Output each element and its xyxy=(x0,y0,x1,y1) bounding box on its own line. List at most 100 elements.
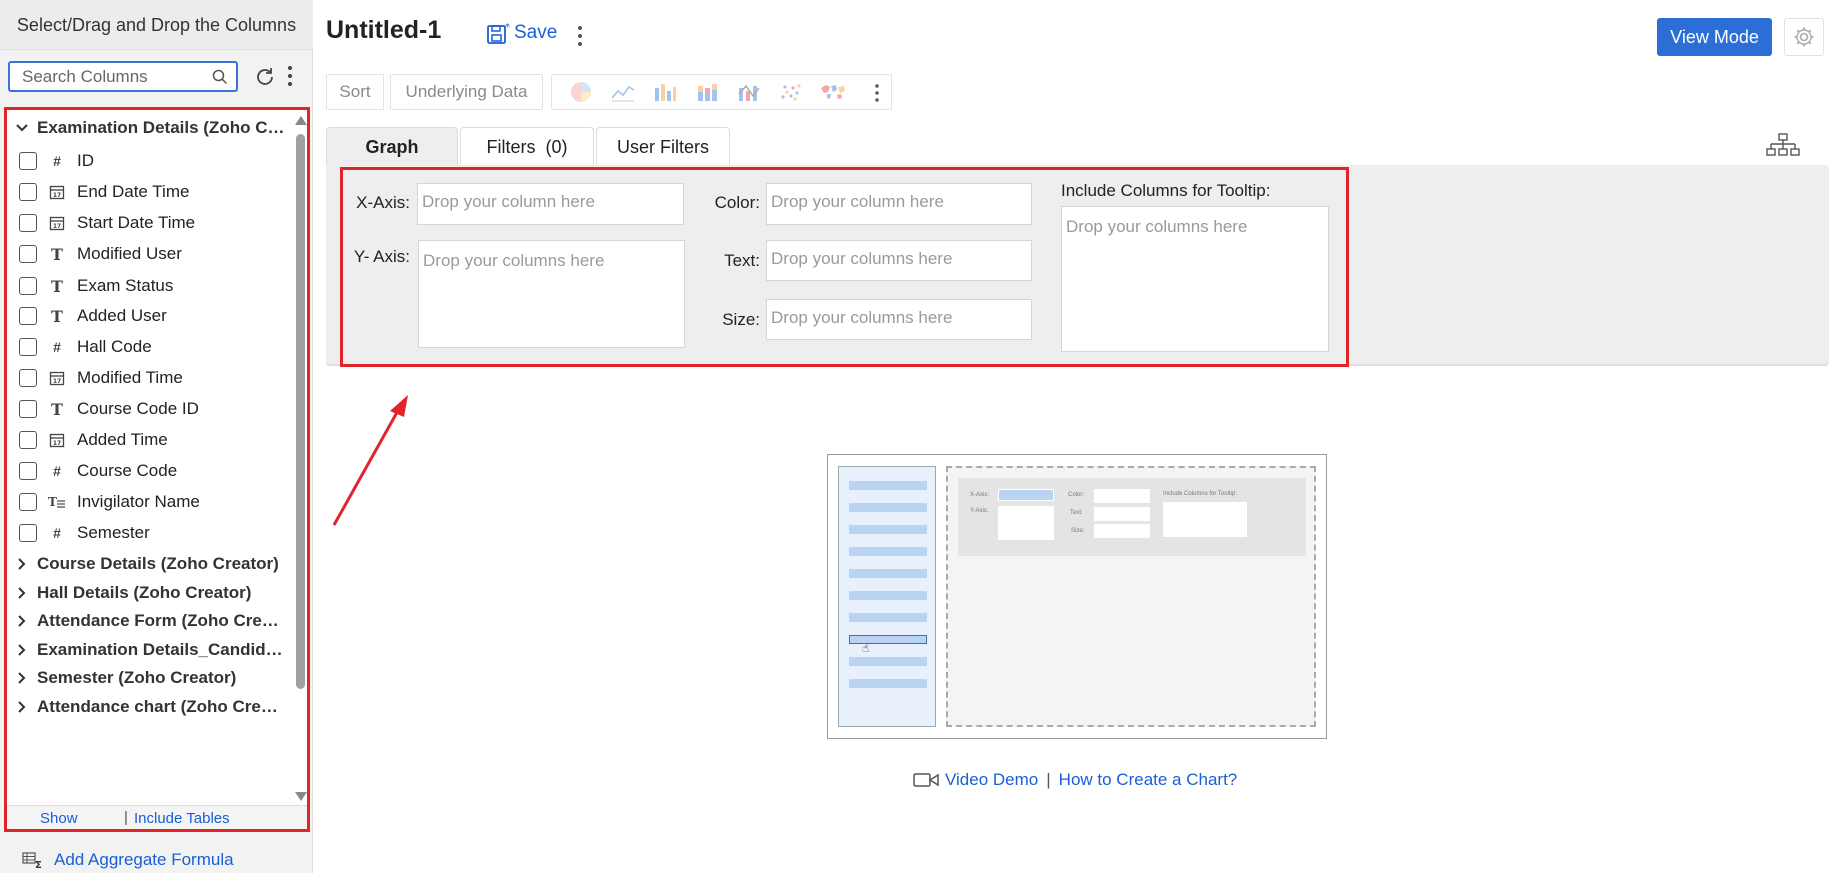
chevron-right-icon[interactable] xyxy=(17,614,27,628)
chevron-down-icon[interactable] xyxy=(15,123,29,133)
help-links: Video Demo | How to Create a Chart? xyxy=(913,770,1237,790)
pie-chart-icon[interactable] xyxy=(560,78,602,106)
column-checkbox[interactable] xyxy=(19,400,37,418)
underlying-data-button[interactable]: Underlying Data xyxy=(390,74,543,110)
column-item[interactable]: 17 Start Date Time xyxy=(7,206,291,240)
arrow-annotation xyxy=(332,395,408,526)
tab-user-filters[interactable]: User Filters xyxy=(596,127,730,165)
column-checkbox[interactable] xyxy=(19,307,37,325)
column-checkbox[interactable] xyxy=(19,152,37,170)
column-checkbox[interactable] xyxy=(19,369,37,387)
columns-sidebar: Select/Drag and Drop the Columns Examina… xyxy=(0,0,313,873)
column-item[interactable]: 17 End Date Time xyxy=(7,175,291,209)
sidebar-scrollbar[interactable] xyxy=(294,110,307,805)
table-row[interactable]: Examination Details (Zoho Cr... xyxy=(7,113,291,143)
scroll-up-icon[interactable] xyxy=(295,116,307,125)
tab-graph[interactable]: Graph xyxy=(326,127,458,165)
tab-filters[interactable]: Filters (0) xyxy=(460,127,594,165)
illustration-tooltip: Include Columns for Tooltip: xyxy=(1163,491,1237,497)
illustration-box xyxy=(1163,502,1247,537)
calendar-icon: 17 xyxy=(37,215,77,231)
illustration-sidebar: ☝ xyxy=(838,466,936,727)
map-chart-icon[interactable] xyxy=(812,78,854,106)
illustration-y-axis: Y-Axis: xyxy=(970,508,989,514)
save-button[interactable]: * Save xyxy=(486,21,557,45)
chevron-right-icon[interactable] xyxy=(17,671,27,685)
illustration-box xyxy=(1094,489,1150,503)
text-type-icon: T xyxy=(51,276,63,296)
search-box[interactable] xyxy=(8,61,238,92)
column-checkbox[interactable] xyxy=(19,245,37,263)
chevron-right-icon[interactable] xyxy=(17,586,27,600)
illustration-box xyxy=(1094,524,1150,538)
illustration-bar xyxy=(849,503,927,512)
column-checkbox[interactable] xyxy=(19,338,37,356)
column-item[interactable]: T Invigilator Name xyxy=(7,485,291,519)
add-aggregate-formula-button[interactable]: Σ Add Aggregate Formula xyxy=(22,849,234,871)
line-chart-icon[interactable] xyxy=(602,78,644,106)
column-checkbox[interactable] xyxy=(19,431,37,449)
scatter-chart-icon[interactable] xyxy=(770,78,812,106)
table-row[interactable]: Semester (Zoho Creator) xyxy=(7,663,291,693)
more-options-icon[interactable] xyxy=(285,64,295,88)
column-label: Hall Code xyxy=(77,337,152,356)
table-row[interactable]: Hall Details (Zoho Creator) xyxy=(7,578,291,608)
column-checkbox[interactable] xyxy=(19,462,37,480)
column-item[interactable]: # Course Code xyxy=(7,454,291,488)
svg-text:17: 17 xyxy=(53,440,61,447)
hierarchy-icon[interactable] xyxy=(1766,133,1800,157)
bar-chart-icon[interactable] xyxy=(644,78,686,106)
table-row[interactable]: Course Details (Zoho Creator) xyxy=(7,549,291,579)
column-label: Course Code xyxy=(77,461,178,480)
combo-chart-icon[interactable] xyxy=(728,78,770,106)
scrollbar-thumb[interactable] xyxy=(296,134,305,689)
video-demo-link[interactable]: Video Demo xyxy=(945,770,1038,790)
how-to-create-chart-link[interactable]: How to Create a Chart? xyxy=(1059,770,1238,790)
column-item[interactable]: T Added User xyxy=(7,299,291,333)
chevron-right-icon[interactable] xyxy=(17,557,27,571)
settings-button[interactable] xyxy=(1784,18,1824,56)
table-row[interactable]: Attendance chart (Zoho Creat... xyxy=(7,692,291,722)
column-item[interactable]: 17 Modified Time xyxy=(7,361,291,395)
chevron-right-icon[interactable] xyxy=(17,700,27,714)
include-tables-link[interactable]: Include Tables xyxy=(134,810,230,827)
table-label: Semester (Zoho Creator) xyxy=(37,668,237,687)
refresh-icon[interactable] xyxy=(254,66,276,88)
page-title[interactable]: Untitled-1 xyxy=(326,16,441,45)
svg-text:17: 17 xyxy=(53,192,61,199)
scroll-down-icon[interactable] xyxy=(295,792,307,801)
view-mode-button[interactable]: View Mode xyxy=(1657,18,1772,56)
column-item[interactable]: # Hall Code xyxy=(7,330,291,364)
column-item[interactable]: T Modified User xyxy=(7,237,291,271)
illustration-bar xyxy=(849,613,927,622)
search-input[interactable] xyxy=(10,63,200,90)
stacked-bar-icon[interactable] xyxy=(686,78,728,106)
column-checkbox[interactable] xyxy=(19,277,37,295)
table-row[interactable]: Attendance Form (Zoho Creat... xyxy=(7,606,291,636)
shelf-highlight xyxy=(340,167,1349,367)
svg-text:*: * xyxy=(505,22,510,33)
column-item[interactable]: # Semester xyxy=(7,516,291,550)
column-label: Added User xyxy=(77,306,167,325)
column-label: Exam Status xyxy=(77,276,174,295)
more-options-icon[interactable] xyxy=(575,24,585,48)
column-checkbox[interactable] xyxy=(19,183,37,201)
column-item[interactable]: T Exam Status xyxy=(7,269,291,303)
search-icon[interactable] xyxy=(212,69,228,85)
column-checkbox[interactable] xyxy=(19,493,37,511)
show-link[interactable]: Show xyxy=(40,810,78,827)
sort-button[interactable]: Sort xyxy=(326,74,384,110)
column-checkbox[interactable] xyxy=(19,214,37,232)
save-label: Save xyxy=(514,22,558,43)
column-item[interactable]: T Course Code ID xyxy=(7,392,291,426)
more-chart-options-icon[interactable] xyxy=(873,83,881,103)
text-type-icon: T xyxy=(51,399,63,419)
column-checkbox[interactable] xyxy=(19,524,37,542)
table-row[interactable]: Examination Details_Candidat... xyxy=(7,635,291,665)
illustration-bar xyxy=(849,657,927,666)
chevron-right-icon[interactable] xyxy=(17,643,27,657)
column-item[interactable]: 17 Added Time xyxy=(7,423,291,457)
illustration-x-axis: X-Axis: xyxy=(970,492,990,498)
column-item[interactable]: # ID xyxy=(7,144,291,178)
sidebar-footer: Show | Include Tables xyxy=(7,805,307,829)
